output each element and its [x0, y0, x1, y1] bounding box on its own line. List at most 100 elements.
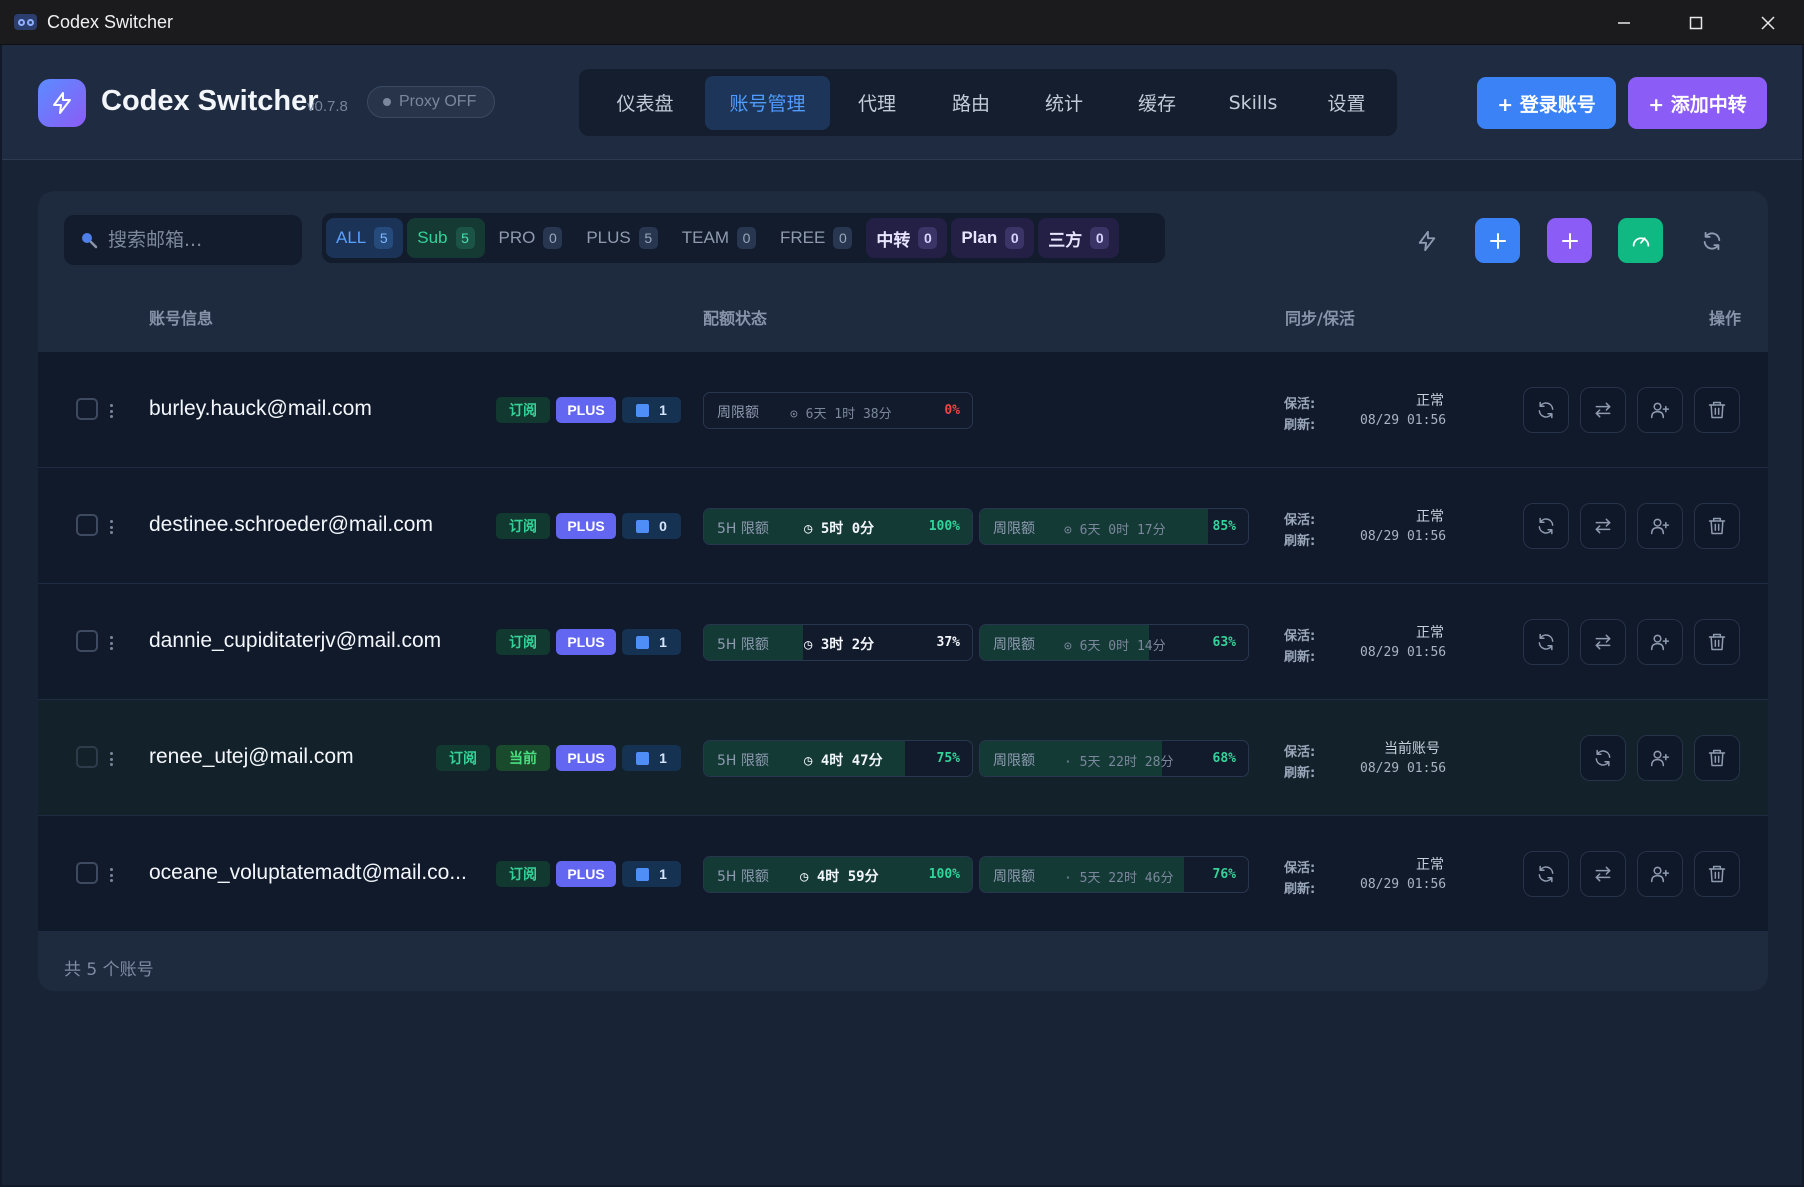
- filter-sub[interactable]: Sub 5: [407, 218, 485, 258]
- user-add-button[interactable]: [1637, 735, 1683, 781]
- gauge-icon: [1632, 236, 1649, 246]
- filter-team[interactable]: TEAM 0: [672, 218, 766, 258]
- account-email: destinee.schroeder@mail.com: [149, 513, 433, 536]
- switch-account-button[interactable]: [1580, 503, 1626, 549]
- tab-settings[interactable]: 设置: [1302, 76, 1391, 130]
- quota-percent: 100%: [928, 867, 960, 882]
- plan-badge: PLUS: [556, 629, 616, 655]
- delete-account-button[interactable]: [1694, 503, 1740, 549]
- tab-routing[interactable]: 路由: [924, 76, 1018, 130]
- add-relay-button[interactable]: + 添加中转: [1628, 77, 1767, 129]
- row-checkbox[interactable]: [76, 514, 98, 536]
- window-title: Codex Switcher: [47, 11, 174, 32]
- login-account-button[interactable]: + 登录账号: [1477, 77, 1616, 129]
- filter-relay[interactable]: 中转 0: [866, 218, 948, 258]
- 5h-quota-bar: 5H 限额 ◷ 4时 59分 100%: [703, 856, 973, 893]
- keepalive-status: 正常: [1416, 393, 1444, 409]
- refresh-count: 1: [659, 402, 667, 418]
- drag-handle-icon[interactable]: [110, 752, 114, 766]
- switch-account-button[interactable]: [1580, 619, 1626, 665]
- maximize-button[interactable]: [1660, 0, 1732, 45]
- delete-account-button[interactable]: [1694, 735, 1740, 781]
- minimize-icon: [1618, 21, 1630, 24]
- table-row[interactable]: destinee.schroeder@mail.com 订阅 PLUS 0 5H…: [38, 468, 1768, 584]
- add-account-button[interactable]: [1475, 218, 1520, 263]
- delete-account-button[interactable]: [1694, 851, 1740, 897]
- row-checkbox[interactable]: [76, 398, 98, 420]
- current-badge: 当前: [496, 745, 550, 771]
- column-actions: 操作: [1709, 309, 1742, 328]
- switch-account-button[interactable]: [1580, 387, 1626, 433]
- drag-handle-icon[interactable]: [110, 868, 114, 882]
- quota-reset-time: ⊙ 6天 1时 38分: [790, 407, 892, 422]
- refresh-account-button[interactable]: [1580, 735, 1626, 781]
- add-relay-small-button[interactable]: [1547, 218, 1592, 263]
- filter-label: FREE: [780, 228, 826, 247]
- proxy-status-pill[interactable]: Proxy OFF: [367, 86, 495, 118]
- refresh-account-button[interactable]: [1523, 503, 1569, 549]
- filter-count: 5: [374, 227, 394, 249]
- delete-account-button[interactable]: [1694, 387, 1740, 433]
- subscription-badge: 订阅: [496, 397, 550, 423]
- filter-plus[interactable]: PLUS 5: [576, 218, 667, 258]
- quota-label: 周限额: [993, 869, 1035, 885]
- user-add-button[interactable]: [1637, 503, 1683, 549]
- close-icon: [1761, 15, 1775, 30]
- refresh-account-button[interactable]: [1523, 387, 1569, 433]
- refresh-count: 0: [659, 518, 667, 534]
- lightning-logo-icon: [38, 79, 86, 127]
- refresh-time: 08/29 01:56: [1360, 529, 1447, 544]
- quick-switch-button[interactable]: [1404, 218, 1449, 263]
- close-button[interactable]: [1732, 0, 1804, 45]
- app-window-icon: [14, 14, 37, 30]
- refresh-account-button[interactable]: [1523, 851, 1569, 897]
- quota-label: 周限额: [717, 405, 759, 421]
- row-checkbox[interactable]: [76, 746, 98, 768]
- weekly-quota-bar: 周限额 ⊙ 6天 1时 38分 0%: [703, 392, 973, 429]
- tab-skills[interactable]: Skills: [1204, 76, 1302, 130]
- account-email: burley.hauck@mail.com: [149, 397, 372, 420]
- keepalive-label: 保活:: [1284, 513, 1316, 528]
- filter-third-party[interactable]: 三方 0: [1038, 218, 1120, 258]
- quota-label: 5H 限额: [717, 521, 769, 537]
- quota-remaining: 3时 2分: [820, 637, 875, 653]
- quota-label: 5H 限额: [717, 753, 769, 769]
- filter-count: 0: [1090, 227, 1110, 249]
- table-row[interactable]: burley.hauck@mail.com 订阅 PLUS 1 周限额 ⊙ 6天…: [38, 352, 1768, 468]
- row-checkbox[interactable]: [76, 630, 98, 652]
- table-row[interactable]: oceane_voluptatemadt@mail.co... 订阅 PLUS …: [38, 816, 1768, 932]
- refresh-account-button[interactable]: [1523, 619, 1569, 665]
- user-add-button[interactable]: [1637, 619, 1683, 665]
- minimize-button[interactable]: [1588, 0, 1660, 45]
- table-row-current[interactable]: renee_utej@mail.com 订阅 当前 PLUS 1 5H 限额 ◷…: [38, 700, 1768, 816]
- refresh-all-button[interactable]: [1689, 218, 1734, 263]
- switch-account-button[interactable]: [1580, 851, 1626, 897]
- table-row[interactable]: dannie_cupiditaterjv@mail.com 订阅 PLUS 1 …: [38, 584, 1768, 700]
- drag-handle-icon[interactable]: [110, 520, 114, 534]
- tab-stats[interactable]: 统计: [1018, 76, 1110, 130]
- user-add-button[interactable]: [1637, 851, 1683, 897]
- swap-arrows-icon: [1595, 402, 1611, 418]
- tab-dashboard[interactable]: 仪表盘: [585, 76, 705, 130]
- search-input[interactable]: [108, 229, 288, 251]
- drag-handle-icon[interactable]: [110, 636, 114, 650]
- user-add-button[interactable]: [1637, 387, 1683, 433]
- quota-remaining: 6天 0时 14分: [1079, 639, 1166, 654]
- tab-cache[interactable]: 缓存: [1110, 76, 1204, 130]
- filter-plan[interactable]: Plan 0: [951, 218, 1035, 258]
- speed-test-button[interactable]: [1618, 218, 1663, 263]
- user-plus-icon: [1650, 402, 1670, 419]
- filter-free[interactable]: FREE 0: [770, 218, 862, 258]
- user-plus-icon: [1650, 750, 1670, 767]
- filter-all[interactable]: ALL 5: [326, 218, 404, 258]
- drag-handle-icon[interactable]: [110, 404, 114, 418]
- status-dot-icon: [383, 98, 391, 106]
- refresh-label: 刷新:: [1284, 650, 1316, 665]
- refresh-icon: [1538, 865, 1554, 883]
- delete-account-button[interactable]: [1694, 619, 1740, 665]
- tab-accounts[interactable]: 账号管理: [705, 75, 830, 130]
- row-checkbox[interactable]: [76, 862, 98, 884]
- filter-pro[interactable]: PRO 0: [489, 218, 573, 258]
- tab-proxy[interactable]: 代理: [830, 76, 924, 130]
- quota-label: 5H 限额: [717, 869, 769, 885]
